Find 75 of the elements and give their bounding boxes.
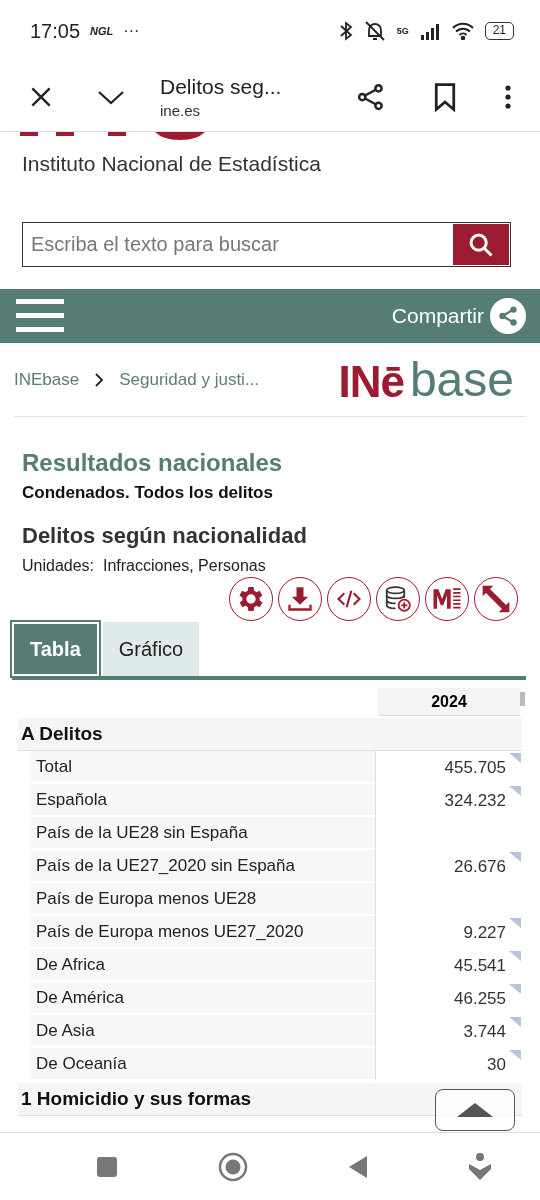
tool-button[interactable] [278, 577, 322, 621]
note-corner-icon [509, 1017, 521, 1027]
row-label: De Oceanía [30, 1048, 376, 1081]
section-title: Resultados nacionales [22, 449, 284, 477]
tool-button[interactable] [327, 577, 371, 621]
bookmark-icon [432, 81, 458, 112]
tool-button[interactable] [229, 577, 273, 621]
logo-base: base [409, 355, 514, 404]
tab[interactable]: Tabla [12, 622, 99, 676]
row-label: País de Europa menos UE27_2020 [30, 916, 376, 949]
wifi-icon [450, 22, 475, 40]
muted-bell-icon [362, 20, 387, 42]
row-label: De Africa [30, 949, 376, 982]
square-icon [96, 1155, 118, 1178]
accessibility-icon [468, 1152, 492, 1181]
triangle-up-icon [455, 1102, 495, 1118]
carrier-label: NGL [90, 25, 114, 37]
table-cell: 26.676 [454, 856, 506, 877]
note-corner-icon [509, 951, 521, 961]
tab[interactable]: Gráfico [102, 622, 200, 676]
tool-button[interactable] [376, 577, 420, 621]
page-url: ine.es [160, 101, 202, 119]
download-icon [286, 585, 314, 613]
subtitle: Condenados. Todos los delitos [22, 483, 274, 503]
clock-time: 17:05 [30, 19, 81, 43]
row-label: Total [30, 751, 376, 784]
bluetooth-icon [338, 21, 353, 41]
breadcrumb-link[interactable]: Seguridad y justi... [119, 369, 260, 390]
logo-ine: INē [338, 359, 404, 404]
share-icon [497, 305, 519, 327]
network-type: 5G [396, 26, 409, 36]
note-corner-icon [509, 852, 521, 862]
row-label: De Asia [30, 1015, 376, 1048]
signal-icon [418, 22, 441, 40]
column-header: 2024 [378, 688, 520, 716]
back-icon [348, 1154, 368, 1179]
database-add-icon [383, 584, 413, 614]
site-name: Instituto Nacional de Estadística [22, 152, 322, 176]
table-title: Delitos según nacionalidad [22, 523, 308, 549]
circle-icon [218, 1151, 248, 1182]
tool-button[interactable] [425, 577, 469, 621]
row-label: País de la UE27_2020 sin España [30, 850, 376, 883]
share-link[interactable]: Compartir [385, 297, 532, 335]
table-cell: 46.255 [454, 988, 506, 1009]
chevron-right-icon [93, 371, 106, 388]
note-corner-icon [509, 918, 521, 928]
breadcrumb-link[interactable]: INEbase [14, 369, 80, 390]
more-notifications: ··· [123, 22, 140, 40]
note-corner-icon [509, 1050, 521, 1060]
menu-icon [16, 299, 64, 333]
group-header: A Delitos [18, 718, 522, 751]
row-label: País de la UE28 sin España [30, 817, 376, 850]
units-text: Unidades: Infracciones, Personas [22, 557, 267, 575]
expand-icon [480, 583, 512, 615]
battery-level: 21 [484, 22, 514, 40]
scroll-top-button[interactable] [435, 1089, 515, 1131]
search-button[interactable] [453, 224, 509, 265]
table-cell: 3.744 [463, 1021, 506, 1042]
note-corner-icon [509, 984, 521, 994]
row-label: Española [30, 784, 376, 817]
note-corner-icon [509, 753, 521, 763]
scrollbar [520, 692, 525, 706]
page-title: Delitos seg... [160, 74, 283, 99]
table-cell: 30 [487, 1054, 506, 1075]
table-cell: 9.227 [463, 922, 506, 943]
row-label: De América [30, 982, 376, 1015]
table-cell: 45.541 [454, 955, 506, 976]
table-cell: 455.705 [444, 757, 506, 778]
tool-button[interactable] [474, 577, 518, 621]
share-icon [356, 81, 386, 112]
note-corner-icon [509, 786, 521, 796]
table-cell: 324.232 [444, 790, 506, 811]
search-box[interactable]: Escriba el texto para buscar [22, 222, 511, 267]
more-vertical-icon [504, 83, 512, 110]
row-label: País de Europa menos UE28 [30, 883, 376, 916]
